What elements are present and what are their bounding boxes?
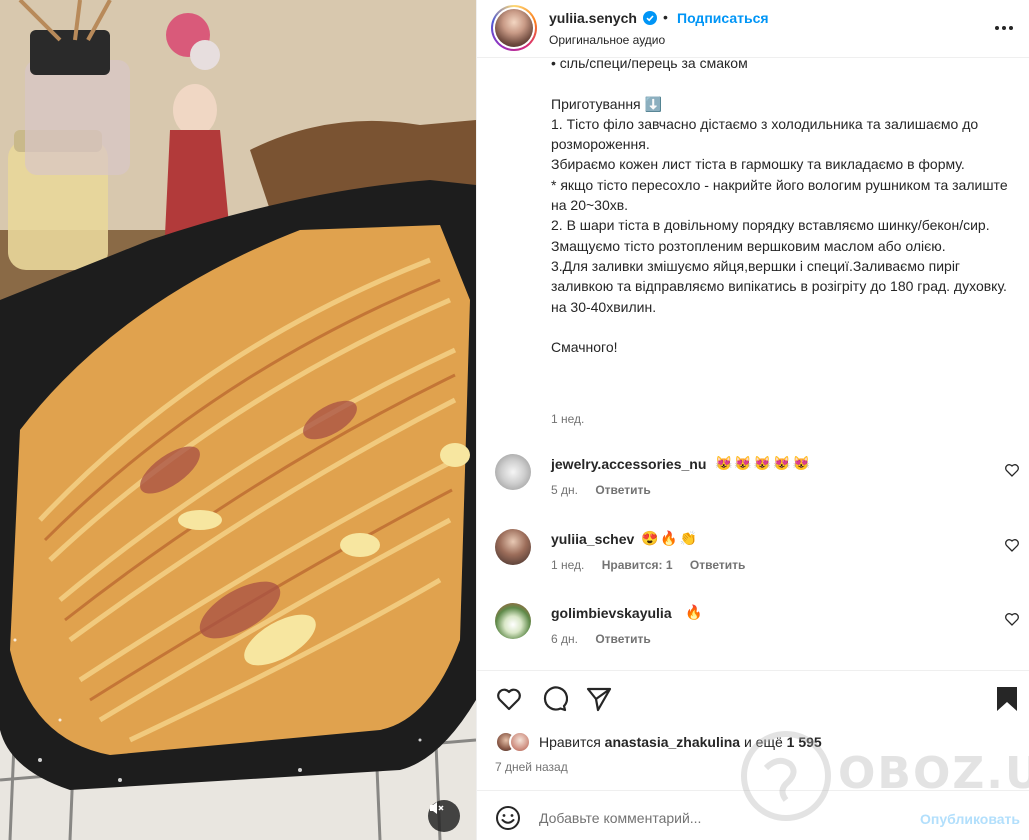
like-comment-heart-icon[interactable] xyxy=(1004,537,1020,553)
comment-bubble-icon[interactable] xyxy=(540,685,568,713)
comment-text: 😻😻😻😻😻 xyxy=(715,455,813,471)
post-panel: yuliia.senych • Подписаться Оригинальное… xyxy=(476,0,1029,840)
comment-time[interactable]: 1 нед. xyxy=(551,558,584,572)
mute-button[interactable] xyxy=(428,800,460,832)
likes-prefix: Нравится xyxy=(539,734,605,750)
comment-likes-count[interactable]: Нравится: 1 xyxy=(602,558,673,572)
follow-button[interactable]: Подписаться xyxy=(677,10,769,26)
liker-avatar xyxy=(509,731,531,753)
post-actions: Нравится anastasia_zhakulina и ещё 1 595… xyxy=(477,670,1029,774)
comment-meta: 6 дн. Ответить xyxy=(551,632,665,646)
comment-item: golimbievskayulia 🔥 6 дн. Ответить xyxy=(477,603,1029,663)
verified-badge-icon xyxy=(643,11,657,25)
emoji-icon[interactable] xyxy=(495,805,521,831)
comment-input[interactable] xyxy=(539,803,899,833)
comment-time[interactable]: 5 дн. xyxy=(551,483,578,497)
share-paper-plane-icon[interactable] xyxy=(585,685,613,713)
author-avatar[interactable] xyxy=(491,5,537,51)
post-photo xyxy=(0,0,476,840)
save-bookmark-icon[interactable] xyxy=(995,685,1019,713)
author-username[interactable]: yuliia.senych xyxy=(549,10,637,26)
caption-timestamp[interactable]: 1 нед. xyxy=(551,412,584,426)
reply-button[interactable]: Ответить xyxy=(595,632,650,646)
post-media[interactable] xyxy=(0,0,476,840)
post-caption: • сіль/специ/перець за смаком Приготуван… xyxy=(551,59,1008,356)
likes-middle: и ещё xyxy=(740,734,787,750)
post-timestamp[interactable]: 7 дней назад xyxy=(495,760,568,774)
comment-avatar[interactable] xyxy=(495,603,531,639)
comment-item: jewelry.accessories_nu 😻😻😻😻😻 5 дн. Ответ… xyxy=(477,454,1029,514)
like-comment-heart-icon[interactable] xyxy=(1004,462,1020,478)
post-header: yuliia.senych • Подписаться Оригинальное… xyxy=(477,0,1029,58)
comment-meta: 5 дн. Ответить xyxy=(551,483,665,497)
comments-scroll-area[interactable]: • сіль/специ/перець за смаком Приготуван… xyxy=(477,59,1029,669)
like-comment-heart-icon[interactable] xyxy=(1004,611,1020,627)
comment-text: 😍🔥👏 xyxy=(641,530,700,546)
separator-dot: • xyxy=(663,9,668,25)
comment-username[interactable]: yuliia_schev xyxy=(551,531,634,547)
reply-button[interactable]: Ответить xyxy=(595,483,650,497)
comment-time[interactable]: 6 дн. xyxy=(551,632,578,646)
comment-username[interactable]: jewelry.accessories_nu xyxy=(551,456,706,472)
audio-link[interactable]: Оригинальное аудио xyxy=(549,33,665,47)
speaker-muted-icon xyxy=(430,802,444,814)
comment-avatar[interactable] xyxy=(495,454,531,490)
add-comment-bar: Опубликовать xyxy=(477,790,1029,840)
liker-username[interactable]: anastasia_zhakulina xyxy=(605,734,740,750)
likes-text[interactable]: Нравится anastasia_zhakulina и ещё 1 595 xyxy=(539,734,822,750)
comment-avatar[interactable] xyxy=(495,529,531,565)
comment-meta: 1 нед. Нравится: 1 Ответить xyxy=(551,558,759,572)
reply-button[interactable]: Ответить xyxy=(690,558,745,572)
like-heart-icon[interactable] xyxy=(495,685,523,713)
comment-item: yuliia_schev 😍🔥👏 1 нед. Нравится: 1 Отве… xyxy=(477,529,1029,589)
more-options-icon[interactable] xyxy=(992,18,1016,38)
likes-count[interactable]: 1 595 xyxy=(787,734,822,750)
comment-text: 🔥 xyxy=(685,604,705,620)
comment-username[interactable]: golimbievskayulia xyxy=(551,605,672,621)
publish-button[interactable]: Опубликовать xyxy=(920,811,1020,827)
